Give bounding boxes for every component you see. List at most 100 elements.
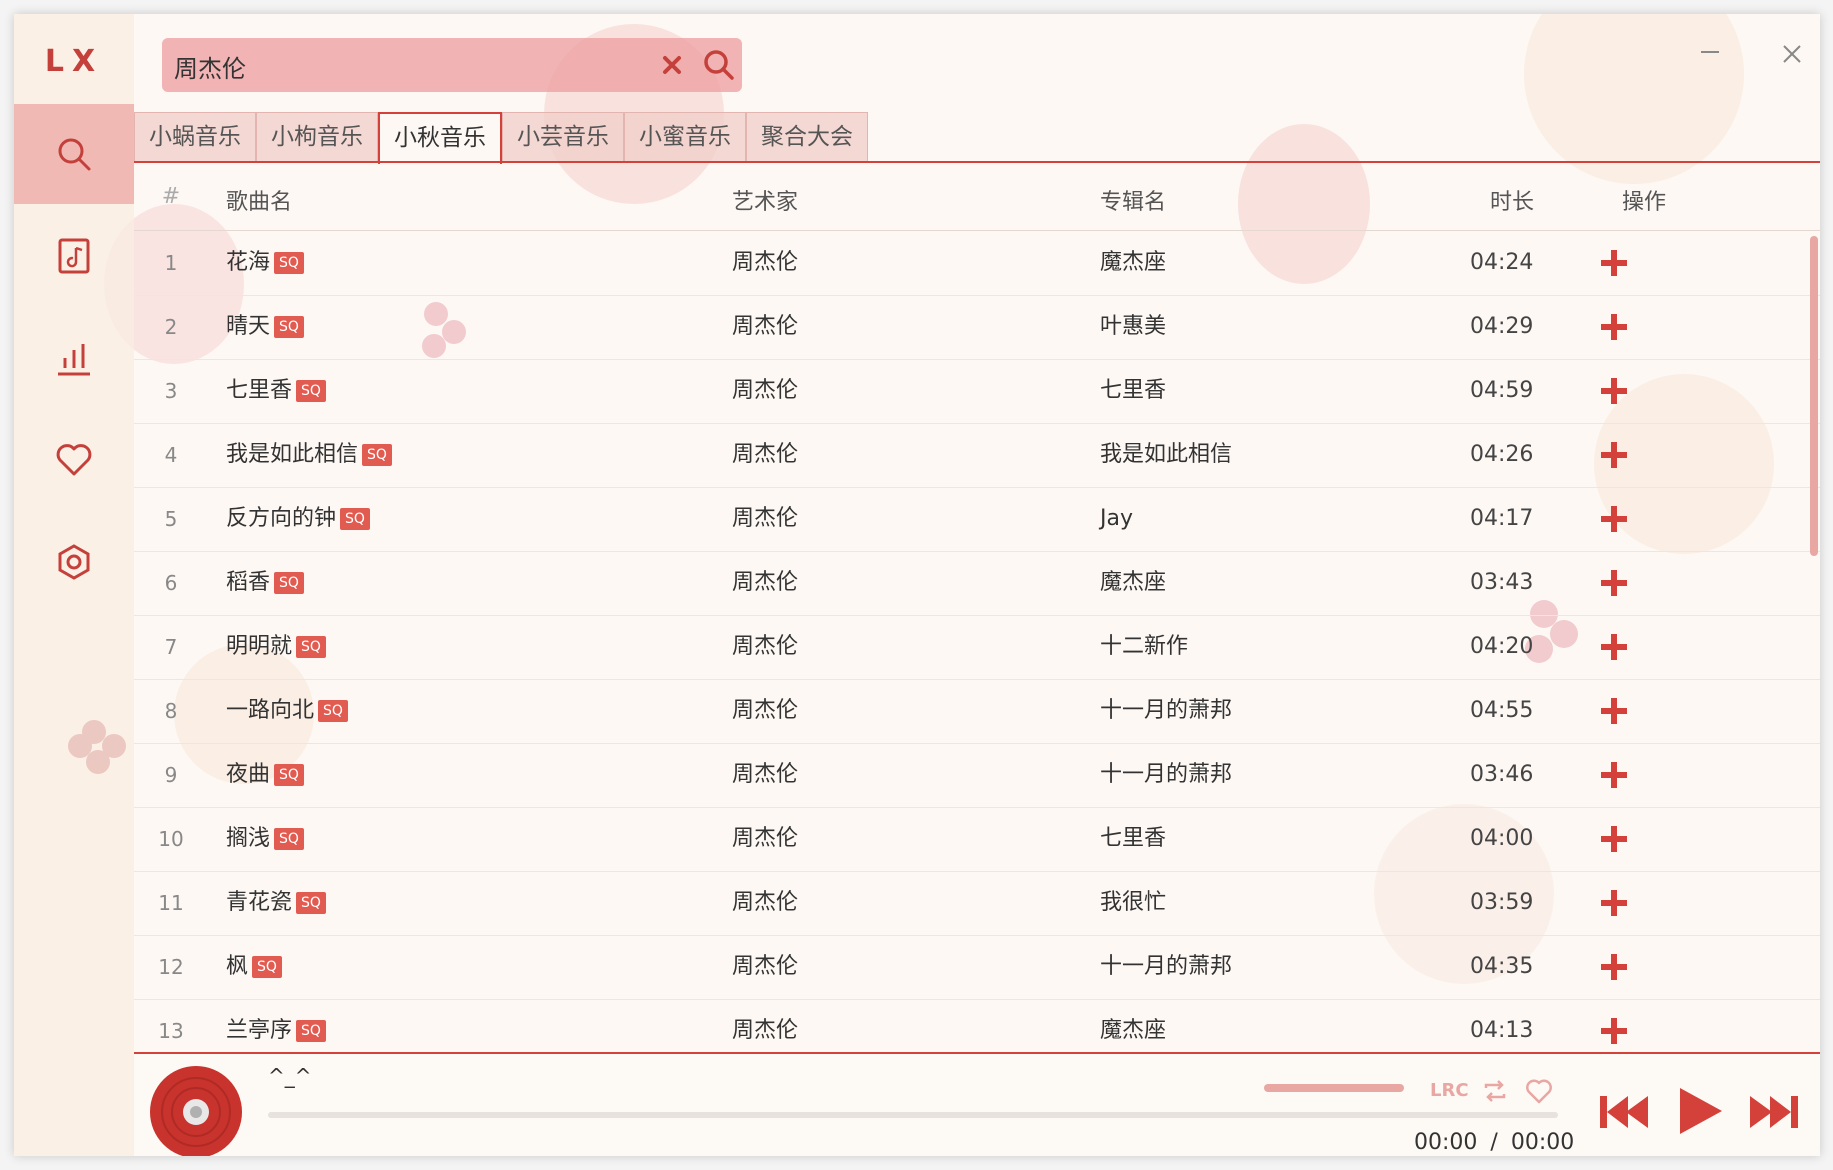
quality-badge: SQ	[274, 764, 304, 786]
quality-badge: SQ	[274, 316, 304, 338]
song-duration: 03:43	[1470, 570, 1534, 595]
tab-source-2[interactable]: 小枸音乐	[256, 112, 378, 161]
row-index: 8	[164, 699, 178, 723]
add-to-list-button[interactable]	[1599, 376, 1629, 406]
song-duration: 04:29	[1470, 314, 1534, 339]
artist-name: 周杰伦	[732, 314, 799, 339]
clear-search-button[interactable]	[657, 50, 687, 80]
add-to-list-button[interactable]	[1599, 504, 1629, 534]
song-name: 稻香 SQ	[226, 551, 304, 615]
tab-source-3[interactable]: 小秋音乐	[378, 112, 502, 164]
table-row[interactable]: 12 枫 SQ 周杰伦 十一月的萧邦 04:35	[134, 935, 1820, 1000]
album-name: 我很忙	[1100, 890, 1167, 915]
lyrics-toggle-button[interactable]: LRC	[1430, 1076, 1469, 1106]
add-to-list-button[interactable]	[1599, 312, 1629, 342]
album-name: 叶惠美	[1100, 314, 1167, 339]
song-duration: 03:46	[1470, 762, 1534, 787]
song-name-text: 搁浅	[226, 826, 271, 851]
table-row[interactable]: 4 我是如此相信 SQ 周杰伦 我是如此相信 04:26	[134, 423, 1820, 488]
next-button[interactable]	[1748, 1092, 1800, 1136]
table-row[interactable]: 9 夜曲 SQ 周杰伦 十一月的萧邦 03:46	[134, 743, 1820, 808]
tab-source-aggregate[interactable]: 聚合大会	[746, 112, 868, 161]
scrollbar-thumb[interactable]	[1810, 236, 1818, 556]
row-index: 1	[164, 251, 178, 275]
header-action: 操作	[1622, 190, 1667, 215]
sidebar-item-search[interactable]	[14, 104, 134, 204]
row-index: 5	[164, 507, 178, 531]
header-album: 专辑名	[1100, 190, 1167, 215]
song-duration: 04:35	[1470, 954, 1534, 979]
quality-badge: SQ	[296, 892, 326, 914]
tab-source-1[interactable]: 小蜗音乐	[134, 112, 256, 161]
row-index: 12	[158, 955, 184, 979]
table-row[interactable]: 10 搁浅 SQ 周杰伦 七里香 04:00	[134, 807, 1820, 872]
table-row[interactable]: 1 花海 SQ 周杰伦 魔杰座 04:24	[134, 231, 1820, 296]
add-to-list-button[interactable]	[1599, 568, 1629, 598]
time-display: 00:00 / 00:00	[1414, 1130, 1574, 1155]
close-button[interactable]	[1772, 34, 1812, 74]
progress-bar[interactable]	[268, 1112, 1558, 1118]
play-button[interactable]	[1676, 1086, 1724, 1140]
album-name: 七里香	[1100, 826, 1167, 851]
artist-name: 周杰伦	[732, 698, 799, 723]
search-submit-button[interactable]	[702, 48, 736, 82]
tab-source-4[interactable]: 小芸音乐	[502, 112, 624, 161]
add-to-list-button[interactable]	[1599, 952, 1629, 982]
album-name: 十一月的萧邦	[1100, 762, 1233, 787]
favorite-button[interactable]	[1524, 1076, 1554, 1106]
add-to-list-button[interactable]	[1599, 696, 1629, 726]
add-to-list-button[interactable]	[1599, 824, 1629, 854]
table-row[interactable]: 11 青花瓷 SQ 周杰伦 我很忙 03:59	[134, 871, 1820, 936]
add-to-list-button[interactable]	[1599, 760, 1629, 790]
sidebar-item-settings[interactable]	[14, 512, 134, 612]
artist-name: 周杰伦	[732, 890, 799, 915]
table-row[interactable]: 6 稻香 SQ 周杰伦 魔杰座 03:43	[134, 551, 1820, 616]
quality-badge: SQ	[340, 508, 370, 530]
add-to-list-button[interactable]	[1599, 1016, 1629, 1046]
skip-next-icon	[1750, 1096, 1798, 1128]
tab-source-5[interactable]: 小蜜音乐	[624, 112, 746, 161]
album-cover-disc[interactable]	[150, 1066, 242, 1156]
artist-name: 周杰伦	[732, 634, 799, 659]
artist-name: 周杰伦	[732, 442, 799, 467]
clear-icon	[663, 56, 681, 74]
song-name-text: 我是如此相信	[226, 442, 359, 467]
volume-slider[interactable]	[1264, 1084, 1404, 1092]
add-to-list-button[interactable]	[1599, 888, 1629, 918]
header-duration: 时长	[1490, 190, 1535, 215]
table-header: # 歌曲名 艺术家 专辑名 时长 操作	[134, 164, 1820, 230]
song-name: 青花瓷 SQ	[226, 871, 326, 935]
minimize-button[interactable]	[1690, 34, 1730, 74]
header-song-name: 歌曲名	[226, 190, 293, 215]
row-index: 7	[164, 635, 178, 659]
artist-name: 周杰伦	[732, 826, 799, 851]
add-to-list-button[interactable]	[1599, 632, 1629, 662]
song-name: 夜曲 SQ	[226, 743, 304, 807]
play-icon	[1680, 1088, 1722, 1134]
table-row[interactable]: 3 七里香 SQ 周杰伦 七里香 04:59	[134, 359, 1820, 424]
quality-badge: SQ	[274, 828, 304, 850]
previous-button[interactable]	[1598, 1092, 1650, 1136]
table-row[interactable]: 8 一路向北 SQ 周杰伦 十一月的萧邦 04:55	[134, 679, 1820, 744]
minimize-icon	[1701, 51, 1719, 53]
song-duration: 04:20	[1470, 634, 1534, 659]
song-name: 明明就 SQ	[226, 615, 326, 679]
heart-icon	[1526, 1079, 1552, 1104]
song-name-text: 明明就	[226, 634, 293, 659]
settings-icon	[58, 544, 90, 580]
table-row[interactable]: 2 晴天 SQ 周杰伦 叶惠美 04:29	[134, 295, 1820, 360]
search-input[interactable]	[172, 45, 636, 87]
song-duration: 04:26	[1470, 442, 1534, 467]
sidebar-item-song-list[interactable]	[14, 206, 134, 306]
repeat-mode-button[interactable]	[1480, 1076, 1510, 1106]
song-name-text: 兰亭序	[226, 1018, 293, 1043]
sidebar-item-leaderboard[interactable]	[14, 308, 134, 408]
song-name: 反方向的钟 SQ	[226, 487, 370, 551]
table-row[interactable]: 5 反方向的钟 SQ 周杰伦 Jay 04:17	[134, 487, 1820, 552]
sidebar-item-favorites[interactable]	[14, 410, 134, 510]
song-duration: 03:59	[1470, 890, 1534, 915]
add-to-list-button[interactable]	[1599, 248, 1629, 278]
lyrics-icon: LRC	[1430, 1080, 1469, 1101]
add-to-list-button[interactable]	[1599, 440, 1629, 470]
table-row[interactable]: 7 明明就 SQ 周杰伦 十二新作 04:20	[134, 615, 1820, 680]
